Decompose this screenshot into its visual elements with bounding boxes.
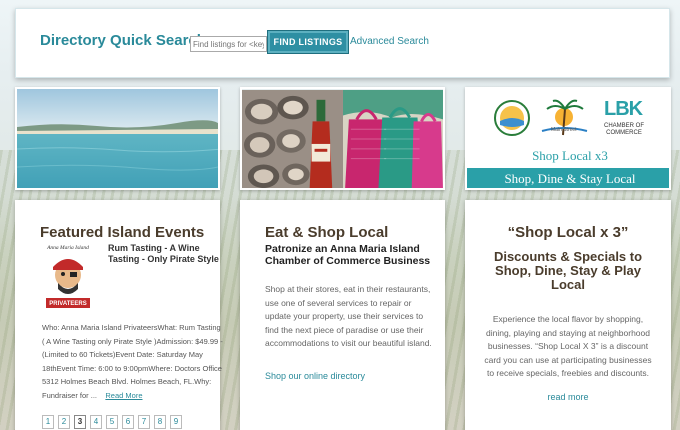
event-description: Who: Anna Maria Island PrivateersWhat: R… — [42, 321, 224, 402]
shop-local-heading: “Shop Local x 3” — [507, 224, 629, 241]
food-and-shopping-photo[interactable] — [240, 87, 445, 190]
page-button[interactable]: 8 — [154, 415, 166, 429]
privateers-logo[interactable]: Anna Maria Island PRIVATEERS — [42, 243, 94, 316]
featured-events-heading: Featured Island Events — [40, 224, 205, 241]
page-button[interactable]: 6 — [122, 415, 134, 429]
shop-local-read-more-link[interactable]: read more — [465, 392, 671, 402]
lbk-chamber-text: CHAMBER OF COMMERCE — [603, 123, 644, 136]
beach-photo[interactable] — [15, 87, 220, 190]
shop-local-caption: Shop Local x3 — [532, 148, 608, 163]
advanced-search-link[interactable]: Advanced Search — [350, 36, 429, 47]
page-button[interactable]: 5 — [106, 415, 118, 429]
events-pagination: 123456789 — [42, 415, 182, 429]
beach-photo-image — [17, 89, 218, 188]
search-input[interactable] — [190, 36, 267, 52]
privateers-logo-top: Anna Maria Island — [47, 245, 89, 251]
main-street-logo-text: Main Street — [551, 127, 577, 133]
eat-shop-body: Shop at their stores, eat in their resta… — [265, 284, 432, 348]
beach-bags-image — [342, 90, 443, 188]
lbk-chamber-logo: LBK CHAMBER OF COMMERCE — [600, 98, 648, 143]
online-directory-link[interactable]: Shop our online directory — [265, 371, 365, 381]
search-title: Directory Quick Search — [40, 32, 206, 49]
page-button[interactable]: 1 — [42, 415, 54, 429]
privateers-logo-bottom: PRIVATEERS — [49, 301, 87, 307]
shop-local-x3-card: “Shop Local x 3” Discounts & Specials to… — [465, 200, 671, 430]
event-title[interactable]: Rum Tasting - A Wine Tasting - Only Pira… — [108, 243, 223, 265]
main-street-logo: Main Street — [537, 97, 592, 139]
find-listings-button[interactable]: FIND LISTINGS — [268, 31, 348, 53]
lbk-letters: LBK — [604, 98, 643, 120]
shop-local-body: Experience the local flavor by shopping,… — [484, 314, 652, 378]
event-description-text: Who: Anna Maria Island PrivateersWhat: R… — [42, 323, 223, 400]
shop-local-banner[interactable]: Main Street LBK CHAMBER OF COMMERCE Shop… — [465, 87, 671, 190]
page-button[interactable]: 7 — [138, 415, 150, 429]
eat-shop-subheading: Patronize an Anna Maria Island Chamber o… — [265, 243, 431, 267]
shop-dine-stay-band: Shop, Dine & Stay Local — [467, 168, 669, 188]
eat-shop-heading: Eat & Shop Local — [265, 224, 389, 241]
page-button[interactable]: 4 — [90, 415, 102, 429]
page-button[interactable]: 9 — [170, 415, 182, 429]
quick-search-panel: Directory Quick Search FIND LISTINGS Adv… — [15, 8, 670, 78]
page-button[interactable]: 2 — [58, 415, 70, 429]
shop-local-subheading: Discounts & Specials to Shop, Dine, Stay… — [493, 249, 643, 292]
anna-maria-island-logo — [493, 99, 531, 137]
featured-events-card: Featured Island Events Anna Maria Island… — [15, 200, 223, 430]
eat-shop-local-card: Eat & Shop Local Patronize an Anna Maria… — [240, 200, 445, 430]
oysters-image — [242, 90, 343, 188]
page-button[interactable]: 3 — [74, 415, 86, 429]
read-more-link[interactable]: Read More — [105, 391, 142, 400]
